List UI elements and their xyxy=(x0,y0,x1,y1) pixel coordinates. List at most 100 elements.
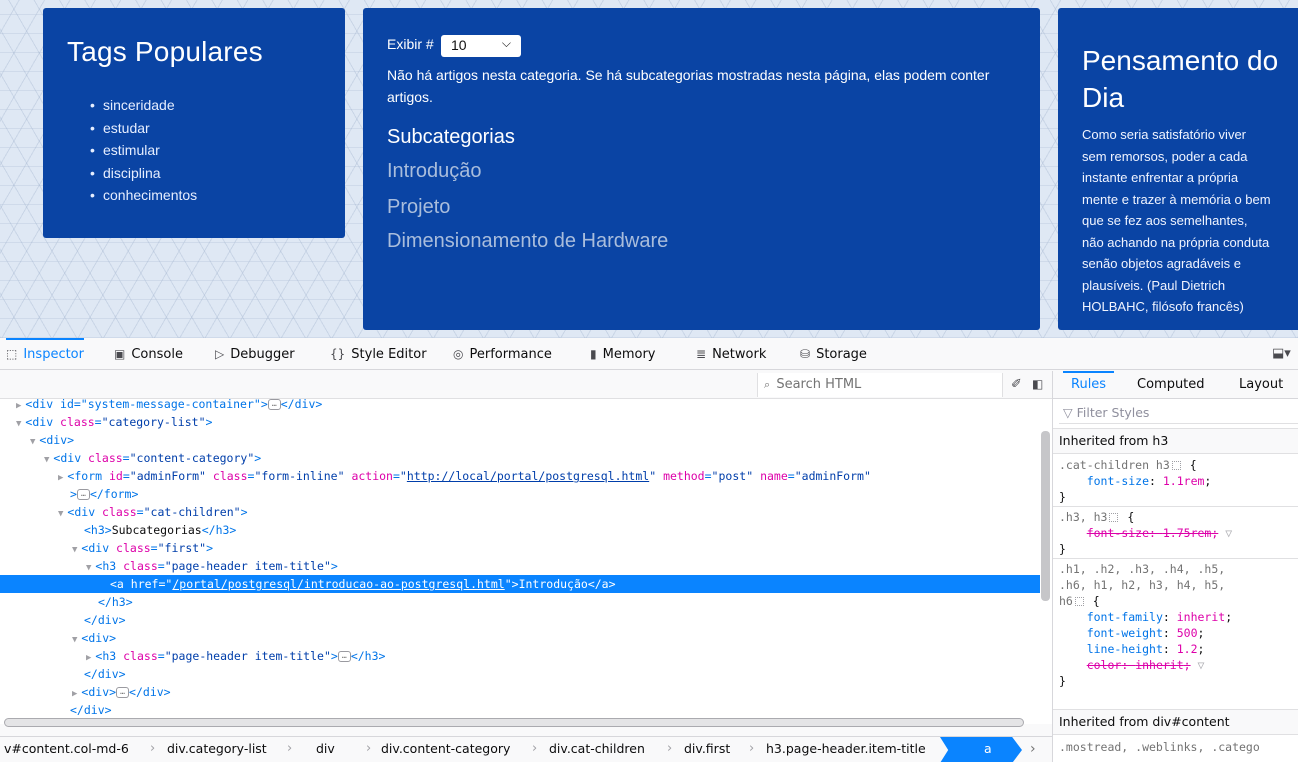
tree-node[interactable]: ▼ <div> xyxy=(0,431,1040,449)
tab-style-editor[interactable]: {} Style Editor xyxy=(330,338,427,370)
rule-toggle-icon xyxy=(1074,597,1084,606)
tree-node[interactable]: >… </form> xyxy=(0,485,1040,503)
tag-link[interactable]: estudar xyxy=(90,117,197,140)
chevron-right-icon: › xyxy=(150,741,156,756)
expand-ellipsis-icon: … xyxy=(267,399,281,410)
thought-of-day-panel: Pensamento do Dia Como seria satisfatóri… xyxy=(1058,8,1298,330)
markup-toolbar: ⌕ Search HTML ✐ ◧ xyxy=(0,371,1052,399)
sidebar-tabs: Rules Computed Layout xyxy=(1053,371,1298,399)
expand-ellipsis-icon: … xyxy=(337,651,351,662)
devtools-panel: ⬚ Inspector ▣ Console ▷ Debugger {} Style Ed… xyxy=(0,338,1298,762)
console-icon: ▣ xyxy=(114,347,126,361)
html-tree: ▶ <div id="system-message-container">… </d… xyxy=(0,399,1040,724)
rule-toggle-icon xyxy=(1171,461,1181,470)
breadcrumb-item[interactable]: div.content-category xyxy=(381,737,510,762)
markup-horizontal-scrollbar[interactable] xyxy=(4,718,1024,727)
rules-sidebar: Rules Computed Layout ▽ Filter Styles In… xyxy=(1052,371,1298,762)
breadcrumb-item[interactable]: div xyxy=(316,737,335,762)
markup-vertical-scrollbar[interactable] xyxy=(1041,431,1050,601)
eyedropper-icon[interactable]: ✐ xyxy=(1011,377,1022,392)
chevron-right-icon: › xyxy=(532,741,538,756)
breadcrumb-item-selected[interactable]: a xyxy=(940,737,1022,762)
tree-node[interactable]: ▼ <h3 class="page-header item-title"> xyxy=(0,557,1040,575)
tree-node[interactable]: ▶ <form id="adminForm" class="form-inline… xyxy=(0,467,1040,485)
tab-computed[interactable]: Computed xyxy=(1137,371,1205,399)
subcategory-link[interactable]: Introdução xyxy=(387,160,482,183)
braces-icon: {} xyxy=(330,347,346,361)
breadcrumb-item[interactable]: div.first xyxy=(684,737,730,762)
inherited-header: Inherited from h3 xyxy=(1053,428,1298,454)
expand-ellipsis-icon: … xyxy=(76,489,90,500)
network-icon: ≣ xyxy=(696,347,707,361)
debugger-icon: ▷ xyxy=(215,347,225,361)
breadcrumb-item[interactable]: v#content.col-md-6 xyxy=(4,737,129,762)
tab-console[interactable]: ▣ Console xyxy=(114,338,183,370)
tag-link[interactable]: sinceridade xyxy=(90,94,197,117)
chevron-right-icon: › xyxy=(667,741,673,756)
markup-view: ⌕ Search HTML ✐ ◧ ▶ <div id="system-messa… xyxy=(0,371,1052,724)
filter-styles-input[interactable]: ▽ Filter Styles xyxy=(1059,402,1298,424)
chevron-down-icon: ⌵ xyxy=(501,36,511,50)
tab-performance[interactable]: ◎ Performance xyxy=(453,338,552,370)
toggle-sidebar-icon[interactable]: ◧ xyxy=(1032,377,1043,391)
tree-node[interactable]: ▶ <div>… </div> xyxy=(0,683,1040,701)
tab-network[interactable]: ≣ Network xyxy=(696,338,766,370)
thought-of-day-text: Como seria satisfatório viver sem remors… xyxy=(1082,127,1271,314)
breadcrumb-item[interactable]: div.cat-children xyxy=(549,737,645,762)
chevron-right-icon: › xyxy=(287,741,293,756)
tree-node[interactable]: ▼ <div class="cat-children"> xyxy=(0,503,1040,521)
css-rule: .mostread, .weblinks, .catego xyxy=(1059,740,1260,754)
display-count-select[interactable]: 10 ⌵ xyxy=(441,35,521,57)
subcategory-link[interactable]: Projeto xyxy=(387,196,450,219)
gauge-icon: ◎ xyxy=(453,347,464,361)
tag-link[interactable]: estimular xyxy=(90,139,197,162)
breadcrumb-scroll-right-icon[interactable]: › xyxy=(1030,737,1036,761)
subcategories-heading: Subcategorias xyxy=(387,126,515,148)
inherited-header: Inherited from div#content xyxy=(1053,709,1298,735)
tree-node[interactable]: <h3>Subcategorias</h3> xyxy=(0,521,1040,539)
chevron-right-icon: › xyxy=(366,741,372,756)
dock-options-icon[interactable]: ⬓▾ xyxy=(1272,346,1291,361)
tree-node[interactable]: </div> xyxy=(0,665,1040,683)
popular-tags-panel: Tags Populares sinceridade estudar estim… xyxy=(43,8,345,238)
breadcrumb: v#content.col-md-6 › div.category-list ›… xyxy=(0,736,1052,762)
tree-node[interactable]: </div> xyxy=(0,701,1040,719)
search-html-input[interactable]: ⌕ Search HTML xyxy=(757,373,1003,397)
css-rule: .h3, h3 { font-size: 1.75rem; ▽ } xyxy=(1059,510,1233,556)
devtools-toolbar: ⬚ Inspector ▣ Console ▷ Debugger {} Style Ed… xyxy=(0,338,1298,370)
thought-of-day-title: Pensamento do Dia xyxy=(1082,45,1279,113)
database-icon: ⛁ xyxy=(800,347,811,361)
breadcrumb-item[interactable]: div.category-list xyxy=(167,737,267,762)
tab-layout[interactable]: Layout xyxy=(1239,371,1283,399)
tag-link[interactable]: conhecimentos xyxy=(90,184,197,207)
tree-node[interactable]: ▼ <div class="content-category"> xyxy=(0,449,1040,467)
category-panel: Exibir # 10 ⌵ Não há artigos nesta categ… xyxy=(363,8,1040,330)
tab-storage[interactable]: ⛁ Storage xyxy=(800,338,867,370)
breadcrumb-item[interactable]: h3.page-header.item-title xyxy=(766,737,926,762)
tree-node[interactable]: ▶ <h3 class="page-header item-title">… </h… xyxy=(0,647,1040,665)
tab-rules[interactable]: Rules xyxy=(1062,371,1115,399)
display-count-value: 10 xyxy=(451,37,467,53)
tree-node[interactable]: ▶ <div id="system-message-container">… </d… xyxy=(0,399,1040,413)
popular-tags-title: Tags Populares xyxy=(67,36,263,67)
popular-tags-list: sinceridade estudar estimular disciplina… xyxy=(90,94,197,207)
tree-node[interactable]: </div> xyxy=(0,611,1040,629)
tree-node[interactable]: ▼ <div> xyxy=(0,629,1040,647)
search-icon: ⌕ xyxy=(764,378,771,391)
tag-link[interactable]: disciplina xyxy=(90,162,197,185)
tab-memory[interactable]: ▮ Memory xyxy=(590,338,655,370)
chevron-right-icon: › xyxy=(749,741,755,756)
filter-icon: ▽ xyxy=(1063,405,1073,420)
web-page-viewport: Tags Populares sinceridade estudar estim… xyxy=(0,0,1298,338)
css-rule: .h1, .h2, .h3, .h4, .h5, .h6, h1, h2, h3… xyxy=(1059,562,1233,688)
display-count-label: Exibir # xyxy=(387,36,434,52)
tree-node[interactable]: </h3> xyxy=(0,593,1040,611)
memory-chip-icon: ▮ xyxy=(590,347,597,361)
tree-node-selected[interactable]: <a href="/portal/postgresql/introducao-a… xyxy=(0,575,1040,593)
tree-node[interactable]: ▼ <div class="first"> xyxy=(0,539,1040,557)
expand-ellipsis-icon: … xyxy=(116,687,130,698)
tab-inspector[interactable]: ⬚ Inspector xyxy=(6,338,84,370)
tree-node[interactable]: ▼ <div class="category-list"> xyxy=(0,413,1040,431)
tab-debugger[interactable]: ▷ Debugger xyxy=(215,338,295,370)
subcategory-link[interactable]: Dimensionamento de Hardware xyxy=(387,230,668,253)
